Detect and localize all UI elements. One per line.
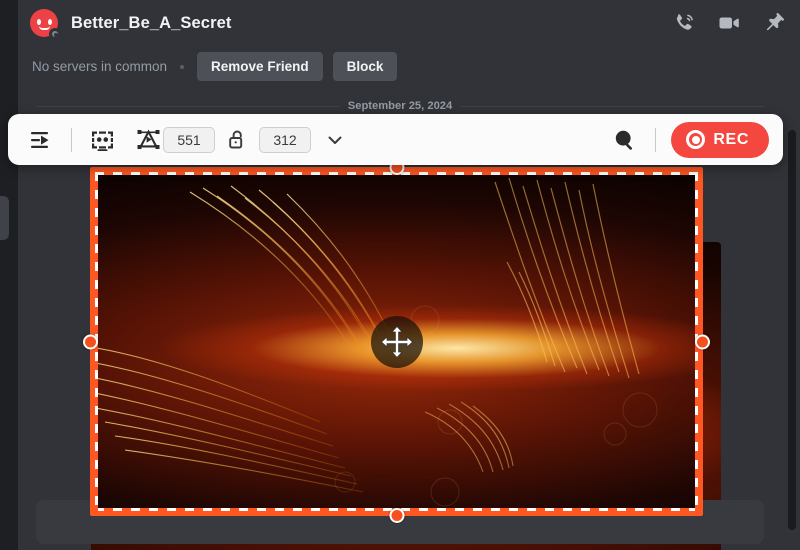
move-arrows-icon[interactable] [370, 315, 423, 368]
toolbar-divider [71, 127, 72, 152]
handle-bottom[interactable] [389, 508, 404, 523]
video-call-icon[interactable] [717, 11, 741, 35]
dm-header: Better_Be_A_Secret [18, 0, 800, 46]
voice-call-icon[interactable] [672, 11, 696, 35]
remove-friend-button[interactable]: Remove Friend [197, 52, 323, 81]
handle-right[interactable] [695, 334, 710, 349]
header-actions [672, 11, 786, 35]
toolbar-divider [655, 127, 657, 152]
screen-capture-selection[interactable] [83, 160, 710, 523]
handle-left[interactable] [83, 334, 98, 349]
date-divider-label: September 25, 2024 [347, 100, 453, 112]
server-rail-active-pill [0, 196, 9, 240]
region-select-icon[interactable] [87, 125, 117, 155]
screen-recorder-toolbar: 551 312 REC [8, 114, 783, 165]
block-button[interactable]: Block [332, 52, 398, 81]
friend-actions-bar: No servers in common Remove Friend Block [18, 46, 800, 87]
page-title: Better_Be_A_Secret [71, 13, 232, 32]
dot-separator-icon [180, 64, 185, 69]
capture-width-input[interactable]: 551 [163, 126, 215, 153]
clyde-face-icon [36, 17, 53, 30]
server-rail [0, 0, 18, 550]
unlocked-padlock-icon[interactable] [224, 127, 250, 153]
record-button[interactable]: REC [671, 121, 769, 158]
app-window: Better_Be_A_Secret No servers in common … [0, 0, 800, 550]
capture-height-input[interactable]: 312 [259, 126, 311, 153]
pin-icon[interactable] [762, 11, 786, 35]
record-region-icon[interactable] [133, 125, 163, 155]
message-scrollbar[interactable] [788, 130, 796, 530]
record-dot-icon [686, 130, 706, 149]
date-divider: September 25, 2024 [36, 99, 765, 113]
avatar[interactable] [30, 9, 61, 40]
mutual-servers-label: No servers in common [32, 59, 168, 74]
scroll-capture-icon[interactable] [26, 125, 56, 155]
chevron-down-icon[interactable] [321, 126, 349, 154]
record-button-label: REC [713, 130, 749, 148]
magnifier-icon[interactable] [610, 125, 640, 155]
offline-status-dot-icon [49, 28, 61, 40]
